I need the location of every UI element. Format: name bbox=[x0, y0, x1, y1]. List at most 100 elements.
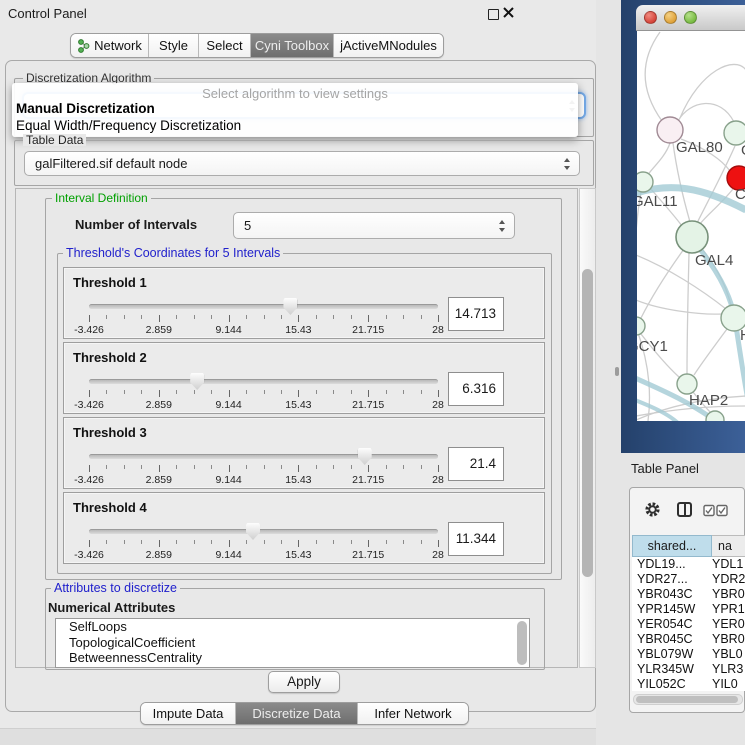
tab-impute-data[interactable]: Impute Data bbox=[141, 703, 236, 724]
table-data-combobox[interactable]: galFiltered.sif default node bbox=[24, 151, 580, 176]
threshold-label: Threshold 2 bbox=[73, 350, 147, 365]
vertical-scrollbar[interactable] bbox=[579, 188, 596, 668]
table-row[interactable]: YPR145WYPR1 bbox=[632, 602, 745, 617]
attribute-item[interactable]: SelfLoops bbox=[56, 619, 529, 635]
node-hap2[interactable] bbox=[677, 374, 697, 394]
table-row[interactable]: YBR043CYBR0 bbox=[632, 587, 745, 602]
threshold-3-slider[interactable]: -3.4262.8599.14415.4321.71528 bbox=[89, 446, 438, 488]
network-view-canvas[interactable]: GAL80 GA C GAL11 GAL4 GCY1 H HAP2 bbox=[637, 31, 745, 421]
table-row[interactable]: YIL052CYIL0 bbox=[632, 677, 745, 691]
tab-infer-network[interactable]: Infer Network bbox=[358, 703, 468, 724]
node-gal11[interactable] bbox=[637, 172, 653, 192]
tab-discretize-data[interactable]: Discretize Data bbox=[236, 703, 358, 724]
attribute-item[interactable]: BetweennessCentrality bbox=[56, 650, 529, 666]
split-divider-handle[interactable] bbox=[615, 367, 619, 376]
slider-scale-label: 2.859 bbox=[135, 324, 183, 336]
table-row[interactable]: YBR045CYBR0 bbox=[632, 632, 745, 647]
slider-scale-label: -3.426 bbox=[65, 474, 113, 486]
threshold-3-value-field[interactable]: 21.4 bbox=[448, 447, 504, 481]
column-header-name[interactable]: na bbox=[712, 535, 745, 557]
attributes-list[interactable]: SelfLoopsTopologicalCoefficientBetweenne… bbox=[55, 618, 530, 668]
tab-label: Cyni Toolbox bbox=[255, 38, 329, 53]
slider-thumb[interactable] bbox=[358, 448, 372, 465]
close-icon[interactable] bbox=[503, 7, 514, 18]
slider-scale-label: 15.43 bbox=[274, 399, 322, 411]
threshold-2-slider[interactable]: -3.4262.8599.14415.4321.71528 bbox=[89, 371, 438, 413]
numerical-attributes-label: Numerical Attributes bbox=[48, 600, 175, 615]
node-gcy1[interactable] bbox=[637, 317, 645, 335]
minimize-traffic-light[interactable] bbox=[664, 11, 677, 24]
table-row[interactable]: YDL19...YDL1 bbox=[632, 557, 745, 572]
node-label: GAL4 bbox=[695, 252, 733, 269]
threshold-1-value-field[interactable]: 14.713 bbox=[448, 297, 504, 331]
slider-track[interactable] bbox=[89, 304, 438, 309]
threshold-label: Threshold 3 bbox=[73, 425, 147, 440]
slider-track[interactable] bbox=[89, 454, 438, 459]
algorithm-popup: Select algorithm to view settings Manual… bbox=[12, 83, 578, 137]
slider-scale: -3.4262.8599.14415.4321.71528 bbox=[89, 474, 438, 486]
table-row[interactable]: YDR27...YDR2 bbox=[632, 572, 745, 587]
table-row[interactable]: YBL079WYBL0 bbox=[632, 647, 745, 662]
scrollbar-thumb[interactable] bbox=[636, 696, 738, 703]
tab-cyni-toolbox[interactable]: Cyni Toolbox bbox=[251, 34, 334, 57]
slider-scale-label: 2.859 bbox=[135, 474, 183, 486]
horizontal-scrollbar[interactable] bbox=[633, 694, 743, 705]
node-gal4[interactable] bbox=[676, 221, 708, 253]
scrollbar-thumb[interactable] bbox=[582, 269, 593, 577]
tab-label: Style bbox=[159, 38, 188, 53]
popup-hint: Select algorithm to view settings bbox=[12, 86, 578, 101]
app-window: Control Panel Network Style Select Cyni … bbox=[0, 0, 745, 745]
tab-network[interactable]: Network bbox=[71, 34, 149, 57]
node-label: C bbox=[735, 186, 745, 203]
network-icon bbox=[77, 39, 90, 53]
node-label: GAL80 bbox=[676, 139, 723, 156]
combo-stepper-icon bbox=[563, 158, 572, 170]
select-columns-icon[interactable] bbox=[703, 504, 730, 517]
table-row[interactable]: YLR345WYLR3 bbox=[632, 662, 745, 677]
node-label: GAL11 bbox=[637, 193, 678, 210]
slider-thumb[interactable] bbox=[283, 298, 297, 315]
slider-ticks bbox=[89, 390, 438, 397]
float-window-icon[interactable] bbox=[488, 9, 499, 20]
column-header-shared-name[interactable]: shared... bbox=[632, 535, 712, 557]
slider-track[interactable] bbox=[89, 529, 438, 534]
slider-scale: -3.4262.8599.14415.4321.71528 bbox=[89, 324, 438, 336]
tab-select[interactable]: Select bbox=[199, 34, 251, 57]
node-partial[interactable] bbox=[706, 411, 724, 421]
threshold-2-value-field[interactable]: 6.316 bbox=[448, 372, 504, 406]
apply-button[interactable]: Apply bbox=[268, 671, 340, 693]
tab-label: jActiveMNodules bbox=[340, 38, 437, 53]
slider-scale: -3.4262.8599.14415.4321.71528 bbox=[89, 549, 438, 561]
slider-thumb[interactable] bbox=[190, 373, 204, 390]
tab-style[interactable]: Style bbox=[149, 34, 199, 57]
threshold-1-slider[interactable]: -3.4262.8599.14415.4321.71528 bbox=[89, 296, 438, 338]
slider-scale-label: 21.715 bbox=[344, 399, 392, 411]
slider-scale: -3.4262.8599.14415.4321.71528 bbox=[89, 399, 438, 411]
attribute-item[interactable]: TopologicalCoefficient bbox=[56, 635, 529, 651]
tab-label: Impute Data bbox=[153, 706, 224, 721]
panel-title: Control Panel bbox=[8, 6, 87, 21]
num-intervals-combobox[interactable]: 5 bbox=[233, 212, 515, 239]
threshold-4-slider[interactable]: -3.4262.8599.14415.4321.71528 bbox=[89, 521, 438, 563]
column-settings-icon[interactable] bbox=[677, 502, 692, 517]
zoom-traffic-light[interactable] bbox=[684, 11, 697, 24]
popup-option-equal-width[interactable]: Equal Width/Frequency Discretization bbox=[16, 118, 241, 133]
num-intervals-label: Number of Intervals bbox=[75, 217, 197, 232]
gear-icon[interactable] bbox=[644, 501, 661, 518]
slider-track[interactable] bbox=[89, 379, 438, 384]
node-label: GA bbox=[741, 142, 745, 159]
table-row[interactable]: YER054CYER0 bbox=[632, 617, 745, 632]
num-intervals-value: 5 bbox=[244, 218, 251, 233]
list-scrollbar-thumb[interactable] bbox=[517, 621, 527, 665]
slider-thumb[interactable] bbox=[246, 523, 260, 540]
threshold-4-value-field[interactable]: 11.344 bbox=[448, 522, 504, 556]
node-label: GCY1 bbox=[637, 338, 668, 355]
close-traffic-light[interactable] bbox=[644, 11, 657, 24]
tab-jactivemnodules[interactable]: jActiveMNodules bbox=[334, 34, 443, 57]
table-rows: YDL19...YDL1YDR27...YDR2YBR043CYBR0YPR14… bbox=[632, 557, 745, 691]
slider-scale-label: 9.144 bbox=[205, 549, 253, 561]
network-window-titlebar[interactable] bbox=[636, 5, 745, 31]
slider-ticks bbox=[89, 315, 438, 322]
tab-label: Discretize Data bbox=[252, 706, 340, 721]
popup-option-manual-discretization[interactable]: Manual Discretization bbox=[16, 101, 155, 116]
